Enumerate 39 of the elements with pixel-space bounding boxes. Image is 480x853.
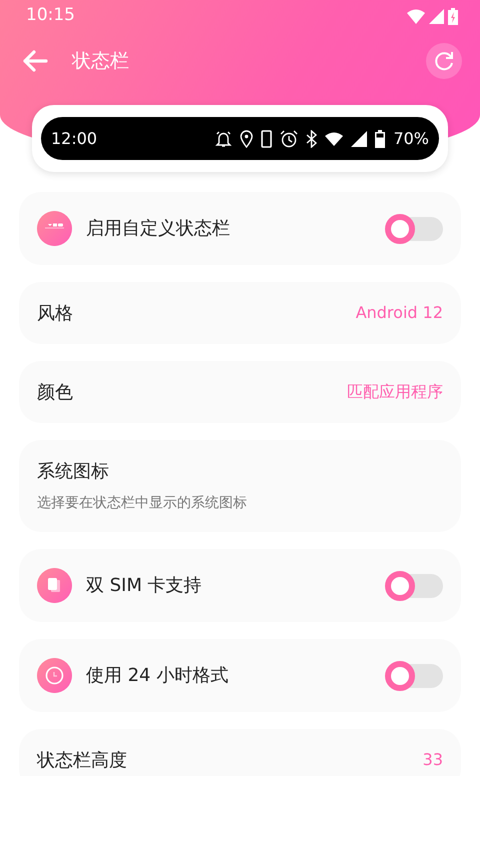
signal-icon (429, 8, 444, 24)
signal-icon (351, 130, 368, 146)
setting-label: 启用自定义状态栏 (86, 217, 230, 241)
location-icon (240, 130, 254, 148)
setting-row[interactable]: 风格 Android 12 (19, 282, 461, 344)
refresh-icon (433, 50, 455, 72)
setting-value: 匹配应用程序 (347, 381, 443, 403)
setting-label: 使用 24 小时格式 (86, 664, 228, 688)
setting-row[interactable]: 状态栏高度 33 (19, 729, 461, 776)
alarm-clock-icon (280, 130, 298, 148)
back-icon[interactable] (22, 50, 48, 72)
setting-row[interactable]: 系统图标 选择要在状态栏中显示的系统图标 (19, 440, 461, 532)
sim-card-icon (37, 568, 72, 603)
preview-time: 12:00 (51, 128, 98, 150)
setting-label: 颜色 (37, 380, 73, 404)
clock-icon (37, 658, 72, 693)
setting-value: 33 (422, 749, 443, 771)
wifi-icon (407, 8, 425, 24)
toggle-switch[interactable] (387, 216, 443, 240)
setting-label: 风格 (37, 302, 73, 326)
statusbar-icon (37, 211, 72, 246)
battery-charging-icon (448, 8, 458, 24)
refresh-button[interactable] (426, 43, 462, 79)
setting-label: 双 SIM 卡支持 (86, 574, 202, 598)
phone-icon (261, 130, 272, 148)
toggle-switch[interactable] (387, 664, 443, 688)
setting-row[interactable]: 颜色 匹配应用程序 (19, 361, 461, 423)
setting-value: Android 12 (356, 302, 443, 324)
battery-icon (375, 130, 386, 148)
battery-percentage: 70% (393, 128, 429, 150)
setting-description: 选择要在状态栏中显示的系统图标 (37, 494, 248, 513)
page-title: 状态栏 (72, 48, 129, 74)
toggle-switch[interactable] (387, 574, 443, 598)
notification-bell-icon (215, 130, 232, 148)
status-time: 10:15 (26, 4, 75, 28)
setting-label: 状态栏高度 (37, 748, 127, 772)
bluetooth-icon (306, 130, 318, 148)
wifi-icon (325, 132, 344, 146)
setting-label: 系统图标 (37, 460, 110, 484)
